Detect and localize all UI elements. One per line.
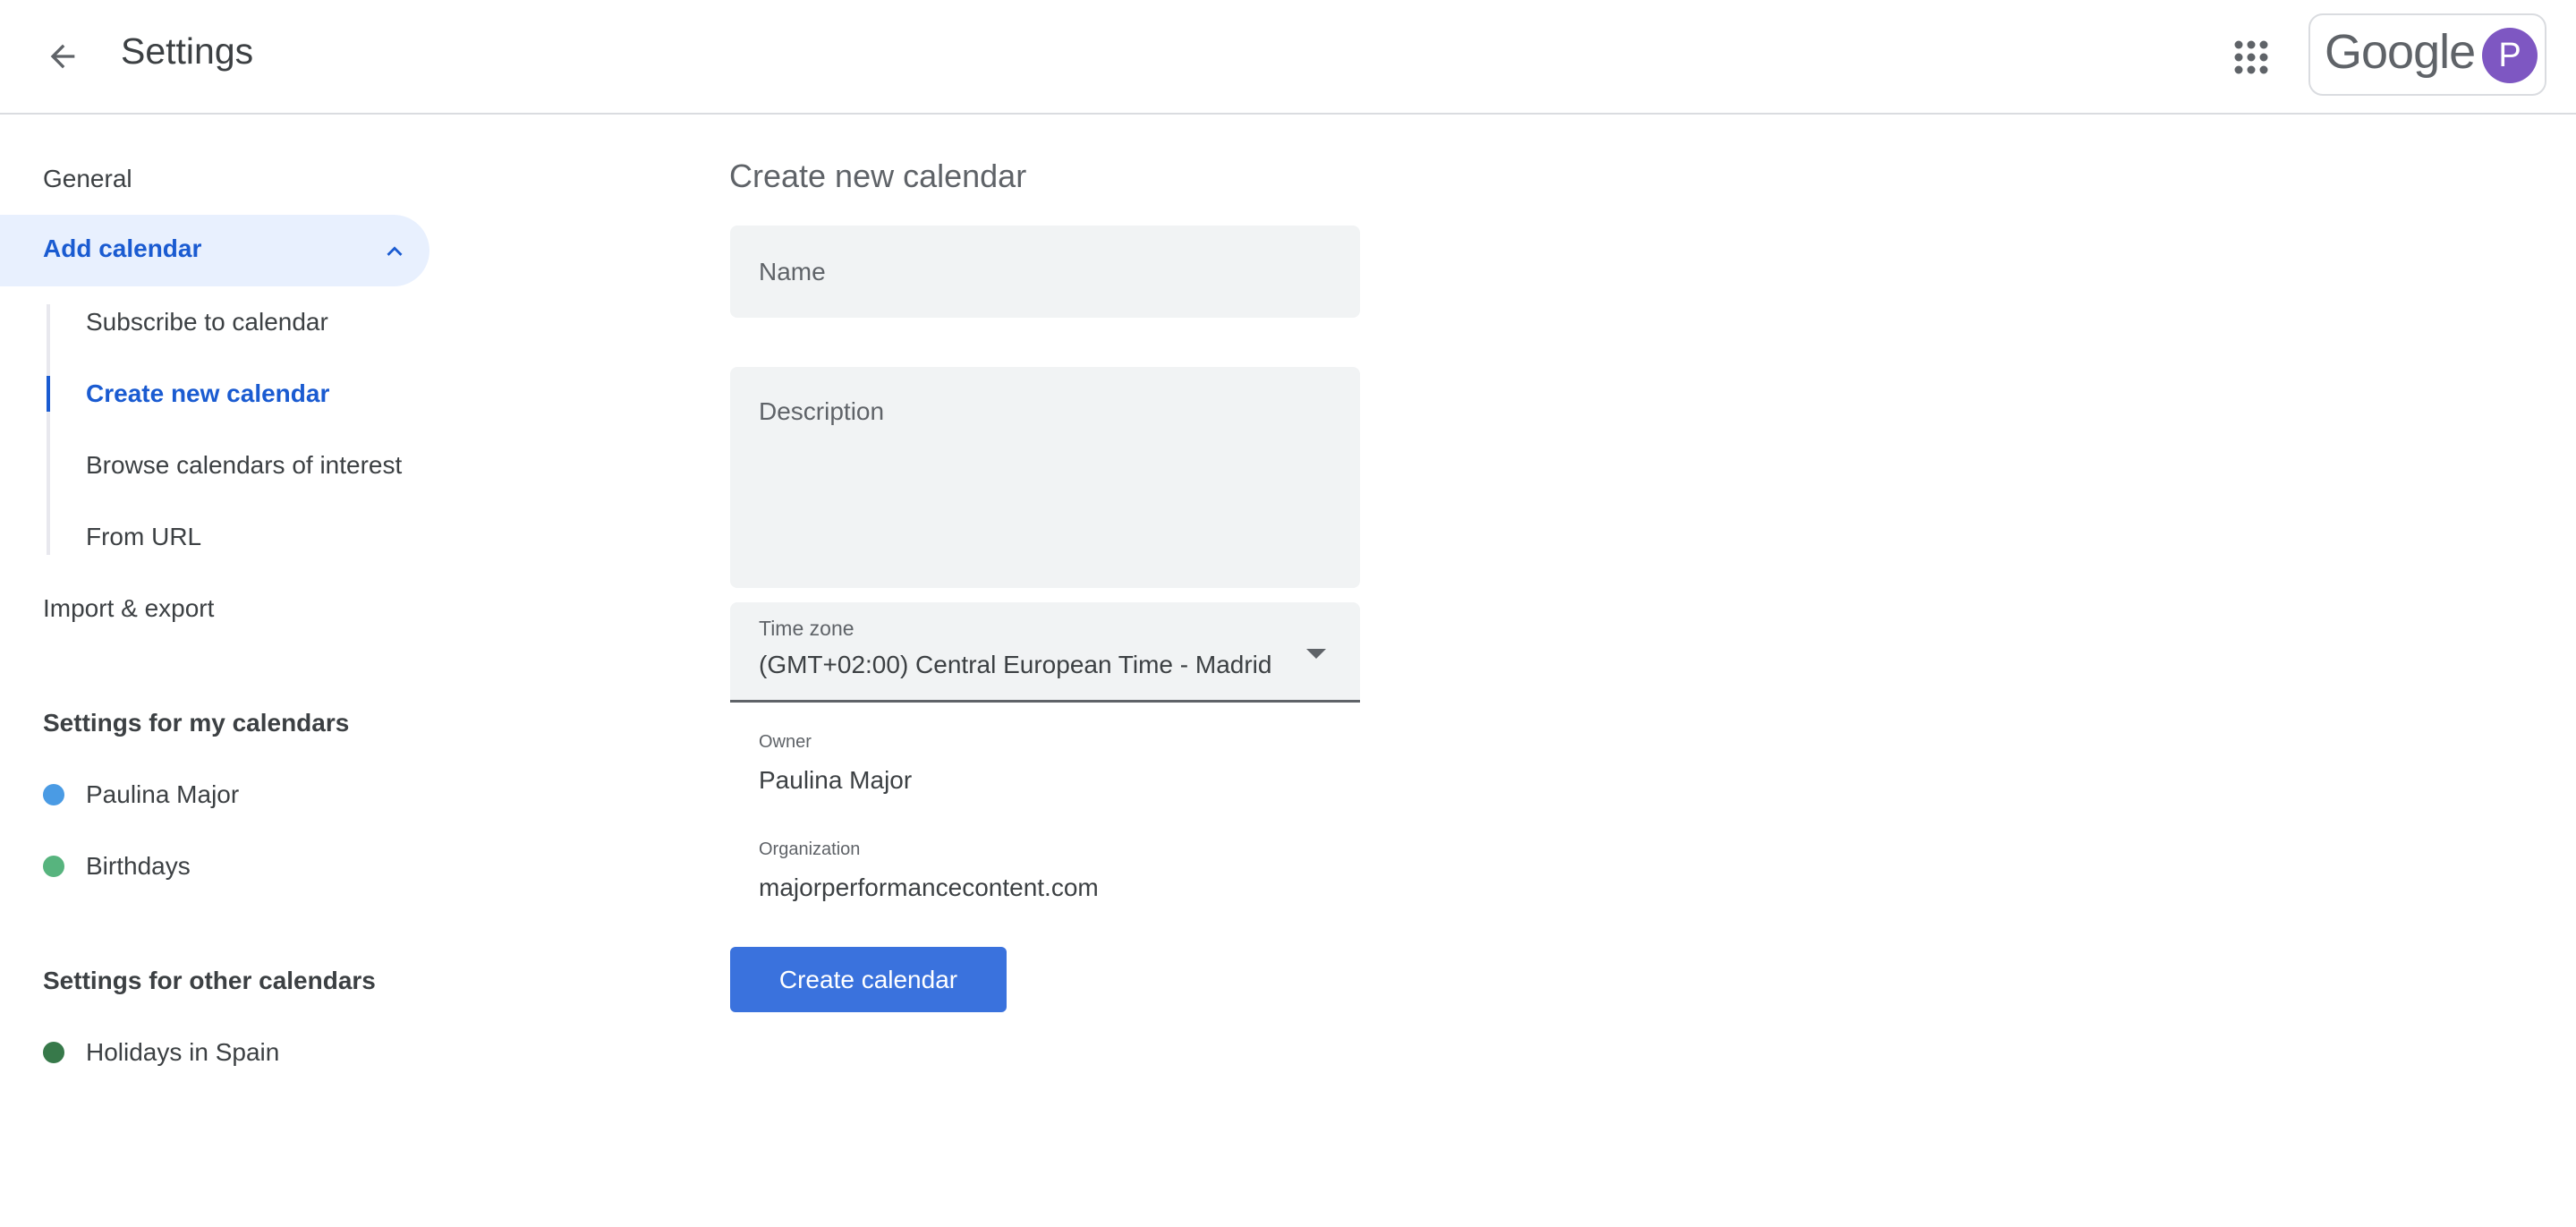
owner-value: Paulina Major: [759, 766, 913, 794]
create-calendar-button[interactable]: Create calendar: [730, 947, 1007, 1012]
name-field[interactable]: [730, 226, 1360, 318]
sidebar-calendar-item[interactable]: Holidays in Spain: [43, 1036, 279, 1069]
calendar-label: Paulina Major: [86, 780, 240, 808]
sidebar-item-from-url[interactable]: From URL: [86, 523, 201, 551]
name-input[interactable]: [730, 226, 1360, 318]
sidebar-item-add-calendar[interactable]: Add calendar: [0, 215, 429, 286]
account-switcher[interactable]: Google P: [2308, 13, 2546, 96]
description-field[interactable]: [730, 367, 1360, 588]
calendar-color-dot: [43, 784, 64, 805]
sidebar-item-import-export[interactable]: Import & export: [43, 594, 214, 623]
owner-label: Owner: [759, 732, 812, 752]
chevron-up-icon[interactable]: [379, 236, 410, 267]
timezone-select[interactable]: Time zone (GMT+02:00) Central European T…: [730, 602, 1360, 703]
google-logo: Google: [2325, 25, 2476, 79]
calendar-color-dot: [43, 1042, 64, 1063]
top-bar: Settings Google P: [0, 0, 2576, 115]
organization-value: majorperformancecontent.com: [759, 873, 1099, 901]
avatar[interactable]: P: [2482, 28, 2538, 83]
sidebar-item-label: Add calendar: [43, 234, 202, 262]
calendar-label: Holidays in Spain: [86, 1038, 280, 1066]
calendar-color-dot: [43, 856, 64, 877]
submenu-track: [47, 304, 50, 555]
section-heading-my-calendars: Settings for my calendars: [43, 709, 350, 737]
back-button[interactable]: [39, 33, 86, 80]
timezone-label: Time zone: [759, 617, 854, 640]
apps-grid-icon: [2234, 40, 2268, 74]
timezone-value: (GMT+02:00) Central European Time - Madr…: [759, 651, 1272, 678]
calendar-label: Birthdays: [86, 852, 191, 880]
sidebar-calendar-item[interactable]: Birthdays: [43, 850, 191, 882]
form-title: Create new calendar: [729, 158, 1027, 194]
page-title: Settings: [121, 30, 254, 72]
sidebar-item-create-new-calendar[interactable]: Create new calendar: [86, 379, 329, 408]
sidebar-item-general[interactable]: General: [43, 165, 132, 193]
organization-label: Organization: [759, 839, 861, 859]
dropdown-arrow-icon: [1306, 649, 1326, 659]
submenu-active-indicator: [47, 376, 50, 412]
sidebar-calendar-item[interactable]: Paulina Major: [43, 779, 239, 811]
section-heading-other-calendars: Settings for other calendars: [43, 967, 376, 994]
apps-button[interactable]: [2228, 34, 2274, 81]
sidebar-item-browse[interactable]: Browse calendars of interest: [86, 451, 402, 480]
description-input[interactable]: [730, 367, 1360, 588]
sidebar-item-subscribe[interactable]: Subscribe to calendar: [86, 308, 328, 337]
arrow-back-icon: [50, 44, 75, 69]
